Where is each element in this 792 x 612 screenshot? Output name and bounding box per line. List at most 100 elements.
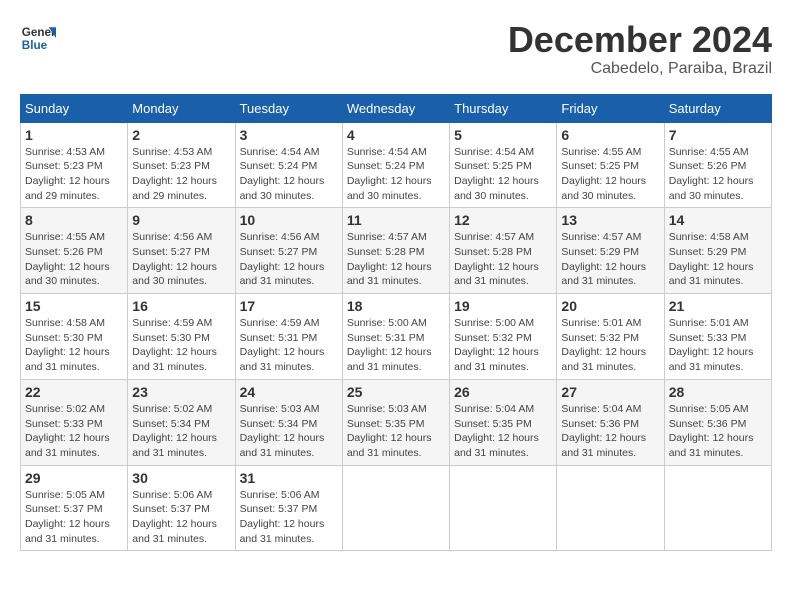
day-number: 30 (132, 470, 230, 486)
logo-icon: General Blue (20, 20, 56, 56)
calendar-table: SundayMondayTuesdayWednesdayThursdayFrid… (20, 94, 772, 552)
day-number: 3 (240, 127, 338, 143)
day-number: 9 (132, 212, 230, 228)
day-number: 22 (25, 384, 123, 400)
day-info: Sunrise: 5:00 AM Sunset: 5:31 PM Dayligh… (347, 316, 445, 375)
calendar-cell: 3 Sunrise: 4:54 AM Sunset: 5:24 PM Daylig… (235, 122, 342, 208)
calendar-cell: 13Sunrise: 4:57 AM Sunset: 5:29 PM Dayli… (557, 208, 664, 294)
day-info: Sunrise: 5:02 AM Sunset: 5:33 PM Dayligh… (25, 402, 123, 461)
day-number: 11 (347, 212, 445, 228)
day-number: 24 (240, 384, 338, 400)
day-number: 25 (347, 384, 445, 400)
day-number: 20 (561, 298, 659, 314)
calendar-cell: 29Sunrise: 5:05 AM Sunset: 5:37 PM Dayli… (21, 465, 128, 551)
weekday-header-saturday: Saturday (664, 94, 771, 122)
title-block: December 2024 Cabedelo, Paraiba, Brazil (508, 20, 772, 78)
day-info: Sunrise: 4:55 AM Sunset: 5:26 PM Dayligh… (669, 145, 767, 204)
day-info: Sunrise: 5:01 AM Sunset: 5:33 PM Dayligh… (669, 316, 767, 375)
calendar-cell: 23 Sunrise: 5:02 AM Sunset: 5:34 PM Dayli… (128, 379, 235, 465)
day-info: Sunrise: 5:04 AM Sunset: 5:35 PM Dayligh… (454, 402, 552, 461)
calendar-cell: 17 Sunrise: 4:59 AM Sunset: 5:31 PM Dayli… (235, 294, 342, 380)
calendar-week-5: 29Sunrise: 5:05 AM Sunset: 5:37 PM Dayli… (21, 465, 772, 551)
day-info: Sunrise: 4:54 AM Sunset: 5:24 PM Dayligh… (347, 145, 445, 204)
day-number: 2 (132, 127, 230, 143)
day-number: 5 (454, 127, 552, 143)
calendar-cell: 9 Sunrise: 4:56 AM Sunset: 5:27 PM Daylig… (128, 208, 235, 294)
day-number: 17 (240, 298, 338, 314)
calendar-cell (450, 465, 557, 551)
day-info: Sunrise: 5:03 AM Sunset: 5:35 PM Dayligh… (347, 402, 445, 461)
day-info: Sunrise: 4:59 AM Sunset: 5:30 PM Dayligh… (132, 316, 230, 375)
calendar-cell: 14 Sunrise: 4:58 AM Sunset: 5:29 PM Dayli… (664, 208, 771, 294)
calendar-cell: 11Sunrise: 4:57 AM Sunset: 5:28 PM Dayli… (342, 208, 449, 294)
day-info: Sunrise: 5:02 AM Sunset: 5:34 PM Dayligh… (132, 402, 230, 461)
day-info: Sunrise: 4:55 AM Sunset: 5:25 PM Dayligh… (561, 145, 659, 204)
day-info: Sunrise: 4:54 AM Sunset: 5:25 PM Dayligh… (454, 145, 552, 204)
day-number: 21 (669, 298, 767, 314)
day-number: 12 (454, 212, 552, 228)
day-info: Sunrise: 4:53 AM Sunset: 5:23 PM Dayligh… (132, 145, 230, 204)
day-info: Sunrise: 5:06 AM Sunset: 5:37 PM Dayligh… (240, 488, 338, 547)
calendar-cell (557, 465, 664, 551)
calendar-cell: 8Sunrise: 4:55 AM Sunset: 5:26 PM Daylig… (21, 208, 128, 294)
day-info: Sunrise: 4:53 AM Sunset: 5:23 PM Dayligh… (25, 145, 123, 204)
day-number: 10 (240, 212, 338, 228)
calendar-cell: 4 Sunrise: 4:54 AM Sunset: 5:24 PM Daylig… (342, 122, 449, 208)
calendar-cell: 16 Sunrise: 4:59 AM Sunset: 5:30 PM Dayli… (128, 294, 235, 380)
day-info: Sunrise: 4:54 AM Sunset: 5:24 PM Dayligh… (240, 145, 338, 204)
calendar-week-4: 22 Sunrise: 5:02 AM Sunset: 5:33 PM Dayli… (21, 379, 772, 465)
day-info: Sunrise: 5:04 AM Sunset: 5:36 PM Dayligh… (561, 402, 659, 461)
day-number: 13 (561, 212, 659, 228)
day-info: Sunrise: 5:01 AM Sunset: 5:32 PM Dayligh… (561, 316, 659, 375)
day-number: 6 (561, 127, 659, 143)
calendar-cell: 1Sunrise: 4:53 AM Sunset: 5:23 PM Daylig… (21, 122, 128, 208)
weekday-header-tuesday: Tuesday (235, 94, 342, 122)
day-info: Sunrise: 4:56 AM Sunset: 5:27 PM Dayligh… (132, 230, 230, 289)
day-number: 23 (132, 384, 230, 400)
calendar-cell: 5 Sunrise: 4:54 AM Sunset: 5:25 PM Daylig… (450, 122, 557, 208)
weekday-header-wednesday: Wednesday (342, 94, 449, 122)
calendar-cell: 20 Sunrise: 5:01 AM Sunset: 5:32 PM Dayli… (557, 294, 664, 380)
day-number: 14 (669, 212, 767, 228)
calendar-cell: 26 Sunrise: 5:04 AM Sunset: 5:35 PM Dayli… (450, 379, 557, 465)
calendar-cell: 19 Sunrise: 5:00 AM Sunset: 5:32 PM Dayli… (450, 294, 557, 380)
page-header: General Blue December 2024 Cabedelo, Par… (20, 20, 772, 78)
calendar-week-1: 1Sunrise: 4:53 AM Sunset: 5:23 PM Daylig… (21, 122, 772, 208)
svg-text:Blue: Blue (22, 39, 48, 52)
day-info: Sunrise: 4:56 AM Sunset: 5:27 PM Dayligh… (240, 230, 338, 289)
month-title: December 2024 (508, 20, 772, 60)
weekday-header-friday: Friday (557, 94, 664, 122)
calendar-cell: 10 Sunrise: 4:56 AM Sunset: 5:27 PM Dayli… (235, 208, 342, 294)
day-info: Sunrise: 4:59 AM Sunset: 5:31 PM Dayligh… (240, 316, 338, 375)
location-subtitle: Cabedelo, Paraiba, Brazil (508, 60, 772, 78)
calendar-cell: 2 Sunrise: 4:53 AM Sunset: 5:23 PM Daylig… (128, 122, 235, 208)
day-info: Sunrise: 4:58 AM Sunset: 5:29 PM Dayligh… (669, 230, 767, 289)
calendar-cell (664, 465, 771, 551)
calendar-cell: 22 Sunrise: 5:02 AM Sunset: 5:33 PM Dayli… (21, 379, 128, 465)
day-number: 7 (669, 127, 767, 143)
calendar-cell: 15 Sunrise: 4:58 AM Sunset: 5:30 PM Dayli… (21, 294, 128, 380)
day-number: 15 (25, 298, 123, 314)
day-number: 26 (454, 384, 552, 400)
day-number: 27 (561, 384, 659, 400)
logo: General Blue (20, 20, 56, 56)
day-number: 19 (454, 298, 552, 314)
calendar-week-3: 15 Sunrise: 4:58 AM Sunset: 5:30 PM Dayli… (21, 294, 772, 380)
day-number: 16 (132, 298, 230, 314)
calendar-cell: 27 Sunrise: 5:04 AM Sunset: 5:36 PM Dayli… (557, 379, 664, 465)
weekday-header-monday: Monday (128, 94, 235, 122)
day-info: Sunrise: 5:03 AM Sunset: 5:34 PM Dayligh… (240, 402, 338, 461)
calendar-body: 1Sunrise: 4:53 AM Sunset: 5:23 PM Daylig… (21, 122, 772, 551)
calendar-header-row: SundayMondayTuesdayWednesdayThursdayFrid… (21, 94, 772, 122)
day-info: Sunrise: 5:06 AM Sunset: 5:37 PM Dayligh… (132, 488, 230, 547)
calendar-cell: 24 Sunrise: 5:03 AM Sunset: 5:34 PM Dayli… (235, 379, 342, 465)
day-info: Sunrise: 4:55 AM Sunset: 5:26 PM Dayligh… (25, 230, 123, 289)
day-info: Sunrise: 5:00 AM Sunset: 5:32 PM Dayligh… (454, 316, 552, 375)
day-number: 28 (669, 384, 767, 400)
day-info: Sunrise: 5:05 AM Sunset: 5:36 PM Dayligh… (669, 402, 767, 461)
calendar-week-2: 8Sunrise: 4:55 AM Sunset: 5:26 PM Daylig… (21, 208, 772, 294)
day-info: Sunrise: 4:58 AM Sunset: 5:30 PM Dayligh… (25, 316, 123, 375)
day-number: 31 (240, 470, 338, 486)
day-number: 4 (347, 127, 445, 143)
calendar-cell: 12Sunrise: 4:57 AM Sunset: 5:28 PM Dayli… (450, 208, 557, 294)
